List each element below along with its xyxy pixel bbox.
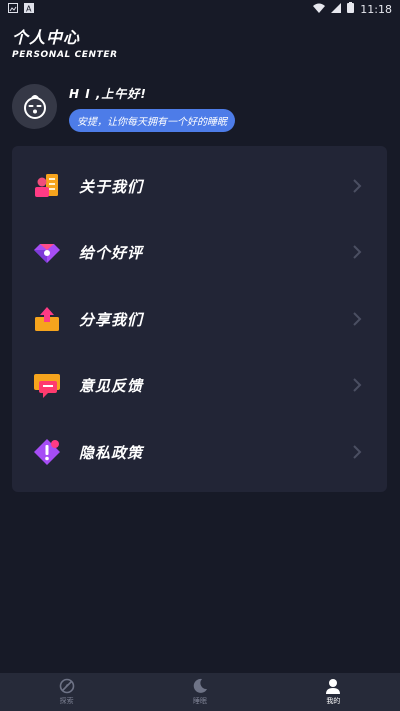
status-bar: A 11:18: [0, 0, 400, 18]
moon-icon: [193, 678, 207, 693]
status-notification-icons: A: [8, 2, 34, 16]
tab-label: 我的: [326, 697, 341, 705]
page-header: 个人中心 PERSONAL CENTER: [12, 24, 118, 60]
chevron-right-icon: [353, 445, 362, 459]
page-subtitle: PERSONAL CENTER: [12, 50, 118, 60]
menu-item-privacy-policy[interactable]: 隐私政策: [12, 419, 387, 485]
chevron-right-icon: [353, 378, 362, 392]
privacy-warning-icon: [33, 438, 61, 466]
tagline-badge: 安提，让你每天拥有一个好的睡眠: [69, 109, 235, 132]
font-notification-icon: A: [24, 2, 34, 16]
page-title: 个人中心: [12, 28, 81, 47]
chevron-right-icon: [353, 245, 362, 259]
greeting-text: H I ,上午好!: [69, 87, 147, 101]
menu-item-label: 给个好评: [79, 243, 144, 262]
menu-item-feedback[interactable]: 意见反馈: [12, 352, 387, 418]
gallery-notification-icon: [8, 2, 18, 16]
menu-item-rate-us[interactable]: 给个好评: [12, 219, 387, 285]
share-box-icon: [33, 305, 61, 333]
menu-item-about-us[interactable]: 关于我们: [12, 153, 387, 219]
diamond-rating-icon: [33, 238, 61, 266]
menu-item-label: 关于我们: [79, 177, 144, 196]
feedback-chat-icon: [33, 371, 61, 399]
status-time: 11:18: [360, 2, 392, 16]
about-us-icon: [33, 172, 61, 200]
tab-explore[interactable]: 探索: [0, 673, 133, 711]
signal-icon: [331, 2, 342, 16]
bottom-tab-bar: 探索 睡眠 我的: [0, 673, 400, 711]
explore-icon: [59, 678, 74, 694]
chevron-right-icon: [353, 312, 362, 326]
menu-item-label: 隐私政策: [79, 443, 144, 462]
baby-face-icon: [23, 94, 46, 119]
svg-text:A: A: [26, 4, 32, 13]
menu-item-label: 意见反馈: [79, 376, 144, 395]
avatar[interactable]: [12, 84, 57, 129]
menu-item-label: 分享我们: [79, 310, 144, 329]
battery-icon: [347, 2, 355, 16]
menu-card: 关于我们 给个好评 分享我们 意见反馈 隐私政策: [12, 146, 387, 492]
menu-item-share-us[interactable]: 分享我们: [12, 286, 387, 352]
profile-section: H I ,上午好! 安提，让你每天拥有一个好的睡眠: [12, 84, 235, 132]
tab-label: 睡眠: [192, 697, 207, 705]
tab-sleep[interactable]: 睡眠: [133, 673, 266, 711]
person-icon: [326, 679, 341, 694]
wifi-icon: [313, 3, 326, 16]
tab-label: 探索: [59, 697, 74, 705]
tab-mine[interactable]: 我的: [267, 673, 400, 711]
chevron-right-icon: [353, 179, 362, 193]
